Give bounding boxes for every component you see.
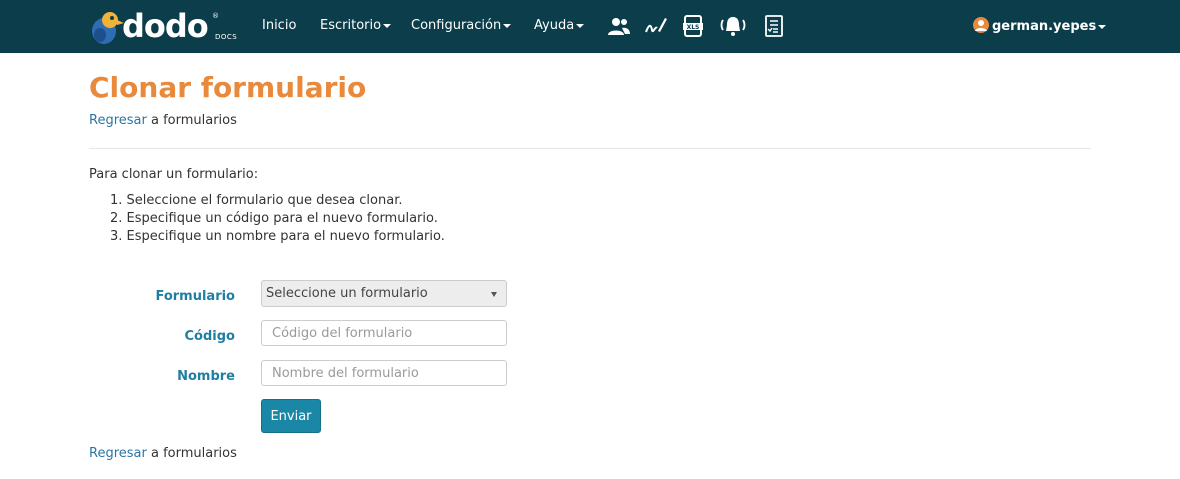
document-list-icon[interactable] [762, 14, 786, 38]
nav-inicio[interactable]: Inicio [262, 17, 296, 35]
formulario-select-value: Seleccione un formulario [266, 286, 428, 301]
codigo-label: Código [184, 329, 235, 344]
formulario-select[interactable]: Seleccione un formulario [261, 280, 507, 307]
nombre-input[interactable] [261, 360, 507, 386]
back-to-forms-bottom: Regresar a formularios [89, 446, 237, 461]
step-2: 2. Especifique un código para el nuevo f… [110, 211, 438, 226]
xls-export-icon[interactable]: XLS [681, 14, 705, 38]
signature-icon[interactable] [644, 14, 668, 38]
logo-sub: DOCS [215, 33, 238, 41]
chevron-down-icon [1098, 24, 1107, 29]
chevron-down-icon [491, 292, 497, 297]
notification-bell-icon[interactable] [719, 14, 747, 38]
avatar [973, 17, 989, 33]
top-navbar: dodo ® DOCS Inicio Escritorio Configurac… [0, 0, 1180, 53]
user-menu[interactable]: german.yepes [973, 17, 1107, 36]
nav-ayuda[interactable]: Ayuda [534, 17, 585, 35]
step-1: 1. Seleccione el formulario que desea cl… [110, 193, 403, 208]
chevron-down-icon [503, 23, 512, 28]
nav-escritorio[interactable]: Escritorio [320, 17, 392, 35]
dodo-bird-icon [92, 12, 124, 44]
instructions-steps: 1. Seleccione el formulario que desea cl… [110, 192, 445, 246]
logo-registered: ® [212, 12, 219, 20]
logo-wordmark: dodo [122, 7, 209, 45]
dodo-logo[interactable]: dodo ® DOCS [90, 8, 240, 48]
codigo-input[interactable] [261, 320, 507, 346]
submit-button[interactable]: Enviar [261, 399, 321, 433]
formulario-label: Formulario [155, 289, 235, 304]
back-to-forms-top: Regresar a formularios [89, 113, 237, 128]
step-3: 3. Especifique un nombre para el nuevo f… [110, 229, 445, 244]
chevron-down-icon [576, 23, 585, 28]
nombre-label: Nombre [177, 369, 235, 384]
divider [89, 148, 1091, 149]
username: german.yepes [992, 19, 1097, 34]
svg-text:XLS: XLS [687, 24, 700, 31]
users-icon[interactable] [607, 14, 631, 38]
nav-configuracion[interactable]: Configuración [411, 17, 512, 35]
page-title: Clonar formulario [89, 71, 367, 104]
back-link[interactable]: Regresar [89, 446, 147, 461]
back-link[interactable]: Regresar [89, 113, 147, 128]
chevron-down-icon [383, 23, 392, 28]
instructions-intro: Para clonar un formulario: [89, 167, 259, 182]
